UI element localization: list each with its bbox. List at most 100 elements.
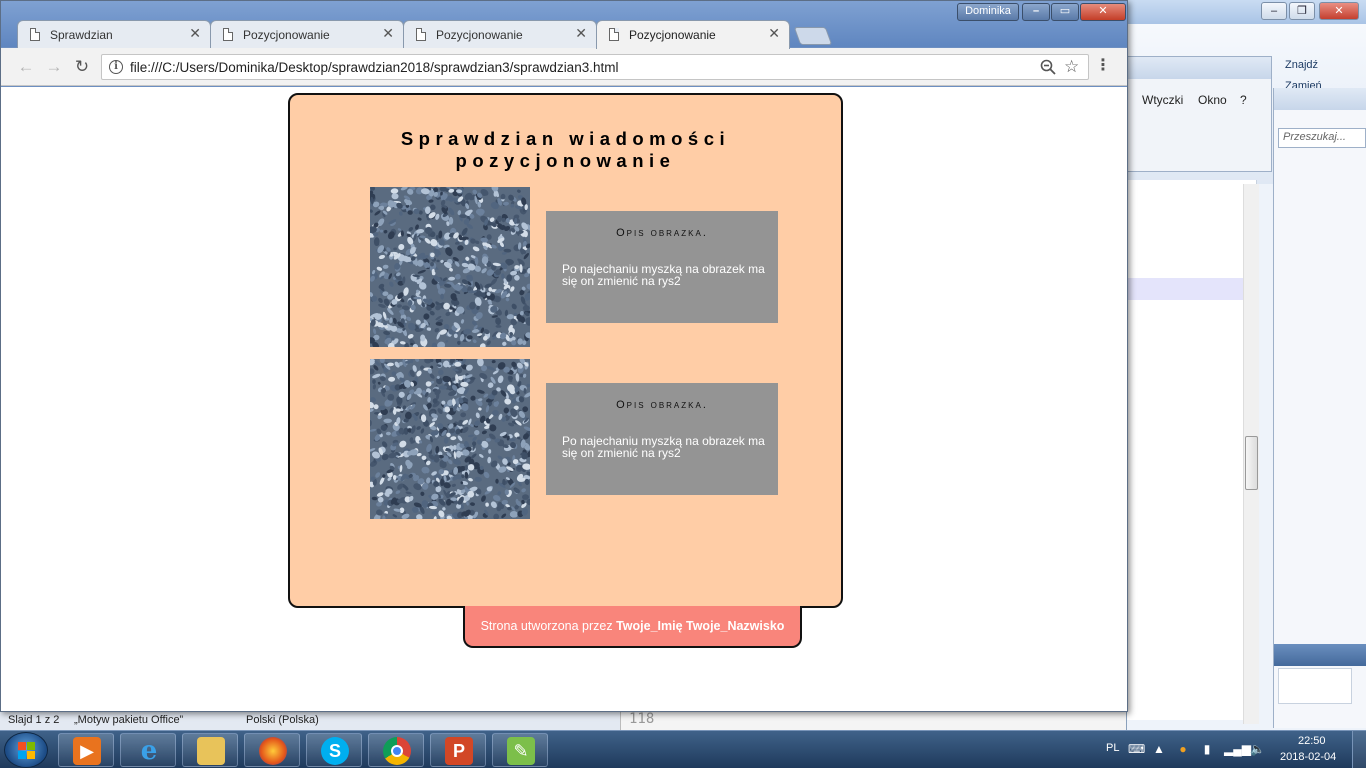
firefox-icon bbox=[259, 737, 287, 765]
find-button[interactable]: Znajdź bbox=[1285, 59, 1318, 71]
minimize-button[interactable]: – bbox=[1261, 2, 1287, 20]
volume-icon[interactable]: 🔈 bbox=[1250, 743, 1265, 755]
background-editor-window: Wtyczki Okno ? bbox=[1127, 56, 1272, 172]
taskbar-media-player[interactable]: ▶ bbox=[58, 733, 114, 767]
address-bar[interactable]: i file:///C:/Users/Dominika/Desktop/spra… bbox=[101, 54, 1089, 80]
tab-label: Pozycjonowanie bbox=[243, 28, 330, 42]
close-icon[interactable]: ✕ bbox=[575, 26, 587, 40]
taskbar-skype[interactable]: S bbox=[306, 733, 362, 767]
zoom-icon[interactable] bbox=[1040, 59, 1056, 79]
menu-plugins[interactable]: Wtyczki bbox=[1142, 93, 1183, 107]
highlighted-line bbox=[1127, 278, 1257, 300]
power-icon[interactable]: ▮ bbox=[1200, 743, 1214, 755]
description-text: Po najechaniu myszką na obrazek ma się o… bbox=[562, 262, 765, 288]
tab-label: Pozycjonowanie bbox=[436, 28, 523, 42]
scrollbar-thumb[interactable] bbox=[1245, 436, 1258, 490]
background-document bbox=[1127, 180, 1257, 720]
browser-toolbar: ← → ↻ i file:///C:/Users/Dominika/Deskto… bbox=[1, 48, 1127, 86]
tab-pozycjonowanie-1[interactable]: Pozycjonowanie ✕ bbox=[210, 20, 404, 48]
page-footer: Strona utworzona przez Twoje_Imię Twoje_… bbox=[463, 606, 802, 648]
search-input[interactable]: Przeszukaj... bbox=[1278, 128, 1366, 148]
footer-author: Twoje_Imię Twoje_Nazwisko bbox=[616, 619, 785, 633]
clock-time[interactable]: 22:50 bbox=[1298, 735, 1326, 747]
page-title: Sprawdzian wiadomości pozycjonowanie bbox=[290, 128, 841, 172]
description-box-2: Opis obrazka. Po najechaniu myszką na ob… bbox=[546, 383, 778, 495]
menu-icon[interactable]: ⋮ bbox=[1095, 58, 1111, 76]
language-indicator[interactable]: PL bbox=[1106, 742, 1119, 754]
description-box-1: Opis obrazka. Po najechaniu myszką na ob… bbox=[546, 211, 778, 323]
image-1[interactable] bbox=[370, 187, 530, 347]
taskbar-editor[interactable]: ✎ bbox=[492, 733, 548, 767]
footer-prefix: Strona utworzona przez bbox=[480, 619, 617, 633]
description-heading: Opis obrazka. bbox=[616, 399, 708, 411]
info-icon[interactable]: i bbox=[109, 60, 123, 74]
status-slide: Slajd 1 z 2 bbox=[8, 714, 60, 726]
background-titlebar: – ❐ ✕ bbox=[1127, 0, 1366, 24]
windows-logo-icon bbox=[18, 742, 36, 760]
tab-pozycjonowanie-2[interactable]: Pozycjonowanie ✕ bbox=[403, 20, 597, 48]
taskbar-internet-explorer[interactable]: e bbox=[120, 733, 176, 767]
document-icon bbox=[416, 28, 426, 41]
keyboard-icon[interactable]: ⌨ bbox=[1128, 743, 1145, 755]
side-pane-box bbox=[1278, 668, 1352, 704]
clock-date[interactable]: 2018-02-04 bbox=[1280, 751, 1336, 763]
browser-window: Dominika – ▭ ✕ Sprawdzian ✕ Pozycjonowan… bbox=[0, 0, 1128, 712]
internet-explorer-icon: e bbox=[140, 736, 158, 766]
close-button[interactable]: ✕ bbox=[1319, 2, 1359, 20]
show-desktop-button[interactable] bbox=[1352, 731, 1366, 768]
maximize-button[interactable]: ❐ bbox=[1289, 2, 1315, 20]
avast-icon[interactable]: ● bbox=[1176, 743, 1190, 755]
tab-label: Sprawdzian bbox=[50, 28, 113, 42]
taskbar-firefox[interactable] bbox=[244, 733, 300, 767]
background-window: – ❐ ✕ Znajdź Zamień Wtyczki Okno ? Przes… bbox=[1126, 0, 1366, 730]
menu-window[interactable]: Okno bbox=[1198, 93, 1227, 107]
close-icon[interactable]: ✕ bbox=[189, 26, 201, 40]
taskbar: ▶ e S P ✎ PL ⌨ ▲ ● ▮ ▂▄▆ 🔈 22:50 2018-02… bbox=[0, 730, 1366, 768]
background-editor-titlebar bbox=[1128, 57, 1271, 79]
menu-help[interactable]: ? bbox=[1240, 93, 1247, 107]
powerpoint-icon: P bbox=[445, 737, 473, 765]
title-line-2: pozycjonowanie bbox=[455, 150, 676, 171]
media-player-icon: ▶ bbox=[73, 737, 101, 765]
document-icon bbox=[609, 28, 619, 41]
taskbar-file-explorer[interactable] bbox=[182, 733, 238, 767]
bookmark-star-icon[interactable]: ☆ bbox=[1064, 57, 1079, 77]
taskbar-chrome[interactable] bbox=[368, 733, 424, 767]
notepad-icon: ✎ bbox=[507, 737, 535, 765]
tab-sprawdzian[interactable]: Sprawdzian ✕ bbox=[17, 20, 211, 48]
skype-icon: S bbox=[321, 737, 349, 765]
maximize-button[interactable]: ▭ bbox=[1051, 3, 1079, 21]
title-line-1: Sprawdzian wiadomości bbox=[400, 128, 731, 149]
url-text[interactable]: file:///C:/Users/Dominika/Desktop/sprawd… bbox=[130, 60, 618, 75]
system-tray: PL ⌨ ▲ ● ▮ ▂▄▆ 🔈 22:50 2018-02-04 bbox=[1100, 731, 1366, 768]
taskbar-powerpoint[interactable]: P bbox=[430, 733, 486, 767]
tab-label: Pozycjonowanie bbox=[629, 28, 716, 42]
new-tab-button[interactable] bbox=[793, 27, 833, 45]
close-icon[interactable]: ✕ bbox=[382, 26, 394, 40]
status-language: Polski (Polska) bbox=[246, 714, 319, 726]
status-theme: „Motyw pakietu Office” bbox=[74, 714, 184, 726]
background-editor-strip: 118 bbox=[620, 710, 1126, 730]
reload-icon[interactable]: ↻ bbox=[71, 56, 93, 78]
side-pane-titlebar bbox=[1274, 88, 1366, 110]
forward-icon[interactable]: → bbox=[43, 56, 65, 78]
image-2[interactable] bbox=[370, 359, 530, 519]
editor-line-number: 118 bbox=[629, 711, 655, 727]
document-icon bbox=[223, 28, 233, 41]
description-text: Po najechaniu myszką na obrazek ma się o… bbox=[562, 434, 765, 460]
network-icon[interactable]: ▂▄▆ bbox=[1224, 743, 1251, 755]
back-icon[interactable]: ← bbox=[15, 56, 37, 78]
close-button[interactable]: ✕ bbox=[1080, 3, 1126, 21]
page-viewport: Sprawdzian wiadomości pozycjonowanie Opi… bbox=[1, 87, 1127, 711]
folder-icon bbox=[197, 737, 225, 765]
chrome-icon bbox=[383, 737, 411, 765]
background-side-pane: Przeszukaj... bbox=[1273, 88, 1366, 728]
profile-button[interactable]: Dominika bbox=[957, 3, 1019, 21]
content-card: Sprawdzian wiadomości pozycjonowanie Opi… bbox=[288, 93, 843, 608]
minimize-button[interactable]: – bbox=[1022, 3, 1050, 21]
tab-pozycjonowanie-active[interactable]: Pozycjonowanie ✕ bbox=[596, 20, 790, 49]
document-icon bbox=[30, 28, 40, 41]
start-button[interactable] bbox=[4, 732, 48, 768]
close-icon[interactable]: ✕ bbox=[768, 26, 780, 40]
show-hidden-icons[interactable]: ▲ bbox=[1152, 743, 1166, 755]
